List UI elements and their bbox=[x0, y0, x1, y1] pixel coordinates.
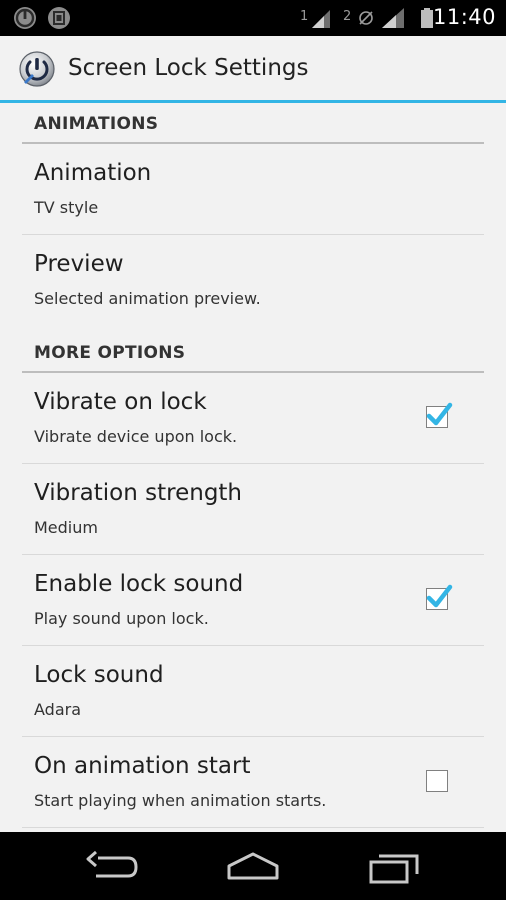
pref-summary: Selected animation preview. bbox=[34, 289, 261, 308]
pref-on-animation-start[interactable]: On animation start Start playing when an… bbox=[22, 737, 484, 828]
pref-vibrate-on-lock[interactable]: Vibrate on lock Vibrate device upon lock… bbox=[22, 373, 484, 464]
back-icon[interactable] bbox=[82, 850, 142, 884]
power-lock-app-icon[interactable] bbox=[18, 50, 56, 88]
sim1-label: 1 bbox=[300, 9, 309, 24]
section-header-more-options: MORE OPTIONS bbox=[22, 335, 484, 375]
sim2-label: 2 bbox=[343, 9, 352, 24]
pref-title: Preview bbox=[34, 251, 124, 277]
pref-summary: TV style bbox=[34, 198, 99, 217]
recent-apps-icon[interactable] bbox=[365, 850, 425, 884]
pref-summary: Start playing when animation starts. bbox=[34, 791, 327, 810]
on-animation-start-checkbox[interactable] bbox=[426, 770, 448, 792]
power-lock-icon bbox=[14, 7, 36, 29]
pref-title: Vibrate on lock bbox=[34, 389, 207, 415]
navigation-bar bbox=[0, 832, 506, 900]
pref-preview[interactable]: Preview Selected animation preview. bbox=[22, 235, 484, 326]
section-header-animations: ANIMATIONS bbox=[22, 106, 484, 146]
pref-enable-lock-sound[interactable]: Enable lock sound Play sound upon lock. bbox=[22, 555, 484, 646]
pref-lock-sound[interactable]: Lock sound Adara bbox=[22, 646, 484, 737]
pref-title: Enable lock sound bbox=[34, 571, 244, 597]
signal-strength-2-icon bbox=[382, 8, 404, 28]
home-icon[interactable] bbox=[223, 850, 283, 884]
pref-summary: Medium bbox=[34, 518, 98, 537]
pref-summary: Play sound upon lock. bbox=[34, 609, 209, 628]
enable-lock-sound-checkbox[interactable] bbox=[426, 584, 453, 610]
pref-title: Animation bbox=[34, 160, 152, 186]
signal-strength-icon bbox=[312, 10, 330, 28]
status-bar: 1 2 11:40 bbox=[0, 0, 506, 36]
pref-animation[interactable]: Animation TV style bbox=[22, 144, 484, 235]
data-activity-icon bbox=[359, 11, 373, 25]
pref-summary: Adara bbox=[34, 700, 82, 719]
page-title: Screen Lock Settings bbox=[68, 55, 309, 81]
settings-list[interactable]: ANIMATIONS Animation TV style Preview Se… bbox=[0, 103, 506, 832]
action-bar: Screen Lock Settings bbox=[0, 36, 506, 100]
battery-icon bbox=[421, 8, 433, 28]
checkmark-icon bbox=[426, 402, 453, 426]
pref-summary: Vibrate device upon lock. bbox=[34, 427, 238, 446]
clock: 11:40 bbox=[432, 5, 496, 29]
pref-title: On animation start bbox=[34, 753, 251, 779]
screenshot-icon bbox=[48, 7, 70, 29]
section-header-label: MORE OPTIONS bbox=[34, 343, 186, 363]
pref-title: Vibration strength bbox=[34, 480, 243, 506]
section-header-label: ANIMATIONS bbox=[34, 114, 159, 134]
checkmark-icon bbox=[426, 584, 453, 608]
vibrate-on-lock-checkbox[interactable] bbox=[426, 402, 453, 428]
pref-title: Lock sound bbox=[34, 662, 164, 688]
pref-vibration-strength[interactable]: Vibration strength Medium bbox=[22, 464, 484, 555]
